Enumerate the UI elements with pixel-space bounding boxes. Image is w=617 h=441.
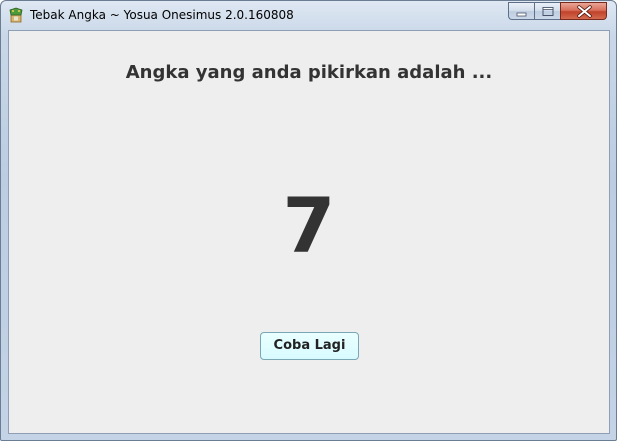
guessed-number: 7 — [282, 181, 336, 270]
minimize-icon — [516, 12, 527, 17]
client-area: Angka yang anda pikirkan adalah ... 7 Co… — [8, 30, 610, 434]
maximize-icon — [542, 7, 554, 16]
minimize-button[interactable] — [508, 2, 534, 20]
result-heading: Angka yang anda pikirkan adalah ... — [125, 62, 493, 83]
close-icon — [577, 5, 592, 18]
window-title: Tebak Angka ~ Yosua Onesimus 2.0.160808 — [30, 8, 294, 22]
title-bar[interactable]: Tebak Angka ~ Yosua Onesimus 2.0.160808 — [1, 1, 616, 30]
app-window: Tebak Angka ~ Yosua Onesimus 2.0.160808 — [0, 0, 617, 441]
retry-button[interactable]: Coba Lagi — [260, 332, 359, 360]
maximize-button[interactable] — [534, 2, 560, 20]
app-icon[interactable] — [8, 7, 24, 23]
close-button[interactable] — [560, 2, 607, 20]
window-controls — [508, 2, 607, 21]
